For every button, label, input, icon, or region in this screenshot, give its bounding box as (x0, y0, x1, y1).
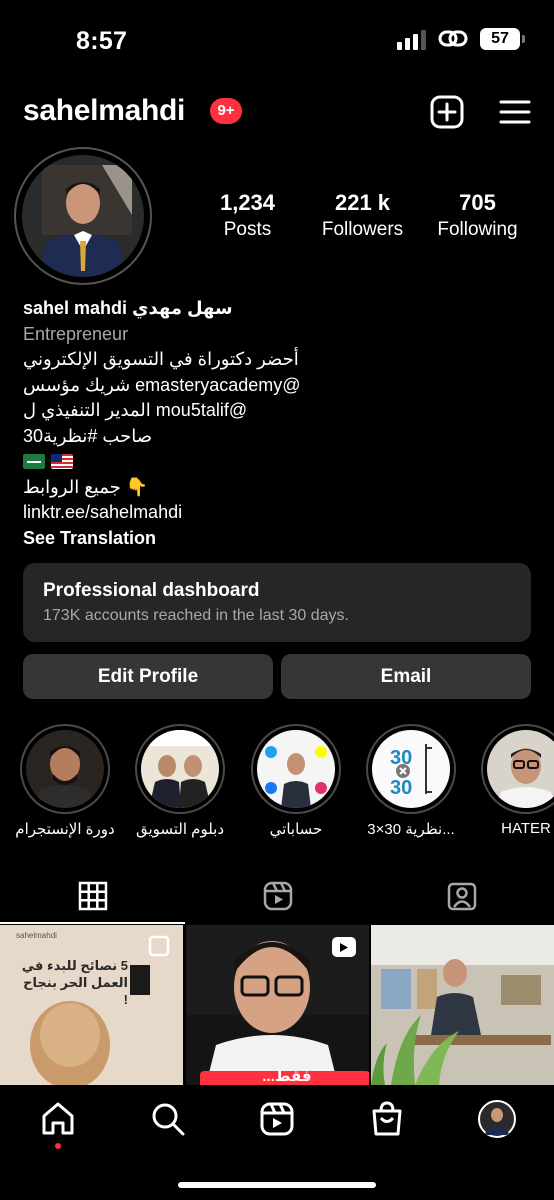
highlight-item[interactable]: HATER (466, 724, 554, 837)
highlight-label: حساباتي (269, 821, 323, 838)
highlight-cover (481, 724, 554, 814)
bio-flags (23, 449, 533, 475)
shop-icon (372, 1101, 402, 1136)
link-icon (438, 30, 468, 47)
profile-avatar[interactable] (14, 147, 152, 285)
profile-category: Entrepreneur (23, 323, 129, 344)
highlight-label: دورة الإنستجرام (15, 821, 115, 838)
story-highlights: دورة الإنستجرام دبلوم التسويق حساباتي 30… (0, 724, 554, 844)
svg-text:30: 30 (390, 777, 412, 799)
dashboard-title: Professional dashboard (43, 580, 260, 601)
highlight-cover (135, 724, 225, 814)
bio-link[interactable]: linktr.ee/sahelmahdi (23, 500, 533, 526)
tab-tagged[interactable] (369, 868, 554, 924)
stat-label: Followers (321, 219, 404, 240)
profile-avatar (478, 1100, 516, 1138)
highlight-label: دبلوم التسويق (135, 821, 225, 838)
status-icons: 57 (397, 28, 525, 50)
tab-posts-grid[interactable] (0, 868, 185, 924)
highlight-label: HATER (501, 820, 551, 837)
email-button[interactable]: Email (281, 654, 531, 699)
highlight-item[interactable]: حساباتي (236, 724, 356, 838)
nav-profile[interactable] (477, 1099, 517, 1139)
stat-value: 1,234 (219, 190, 276, 215)
see-translation-link[interactable]: See Translation (23, 526, 533, 552)
reels-icon (260, 1102, 294, 1136)
stat-posts[interactable]: 1,234 Posts (190, 190, 305, 241)
profile-bio: sahel mahdi سهل مهدي Entrepreneur أحضر د… (23, 296, 533, 551)
tagged-icon (447, 882, 476, 911)
status-time: 8:57 (76, 27, 128, 55)
stat-value: 221 k (334, 190, 391, 215)
status-bar: 8:57 57 (0, 0, 554, 80)
nav-home[interactable] (38, 1099, 78, 1149)
post-brand: sahelmahdi (16, 931, 57, 940)
post-thumbnail[interactable] (371, 925, 554, 1085)
highlight-label: نظرية 30×3... (367, 821, 455, 838)
highlight-cover (20, 724, 110, 814)
saudi-flag-icon (23, 454, 45, 470)
professional-dashboard[interactable]: Professional dashboard 173K accounts rea… (23, 563, 531, 642)
menu-button[interactable] (497, 94, 533, 130)
tab-reels[interactable] (185, 868, 370, 924)
notification-badge[interactable]: 9+ (210, 98, 242, 124)
profile-tabs (0, 868, 554, 924)
edit-profile-button[interactable]: Edit Profile (23, 654, 273, 699)
search-icon (152, 1103, 185, 1136)
plus-square-icon (430, 95, 464, 129)
battery-icon: 57 (480, 28, 525, 50)
grid-icon (78, 881, 107, 911)
reels-icon (263, 881, 292, 911)
bio-line: شريك مؤسس emasteryacademy@ (23, 374, 301, 395)
highlight-cover (251, 724, 341, 814)
profile-stats: 1,234 Posts 221 k Followers 705 Followin… (190, 190, 550, 241)
username-switcher[interactable]: sahelmahdi (23, 94, 185, 128)
profile-photo (22, 155, 144, 277)
display-name: sahel mahdi سهل مهدي (23, 298, 233, 318)
highlight-item[interactable]: دبلوم التسويق (120, 724, 240, 838)
bio-line: أحضر دكتوراة في التسويق الإلكتروني (23, 349, 299, 369)
stat-followers[interactable]: 221 k Followers (305, 190, 420, 241)
post-overlay-text: 5 نصائح للبدء في العمل الحر بنجاح ! (21, 958, 128, 1007)
highlight-item[interactable]: دورة الإنستجرام (5, 724, 125, 838)
create-button[interactable] (429, 94, 465, 130)
stat-label: Following (437, 219, 518, 240)
profile-header: sahelmahdi 9+ (0, 90, 554, 136)
post-overlay-text: ...فقط (262, 1068, 312, 1085)
bio-line: صاحب #نظرية30 (23, 425, 152, 446)
nav-search[interactable] (148, 1099, 188, 1139)
stat-value: 705 (459, 190, 496, 215)
stat-following[interactable]: 705 Following (420, 190, 535, 241)
stat-label: Posts (223, 219, 272, 240)
hamburger-menu-icon (499, 100, 531, 124)
dashboard-subtitle: 173K accounts reached in the last 30 day… (43, 607, 349, 624)
malaysia-flag-icon (51, 454, 73, 470)
home-icon (42, 1102, 74, 1135)
nav-reels[interactable] (257, 1099, 297, 1139)
highlight-cover: 30 30 (366, 724, 456, 814)
notification-dot (55, 1143, 61, 1149)
bio-line: جميع الروابط 👇 (23, 476, 149, 497)
bio-line: المدير التنفيذي ل mou5talif@ (23, 400, 248, 420)
post-thumbnail[interactable]: ...فقط (186, 925, 369, 1085)
post-thumbnail[interactable]: sahelmahdi 5 نصائح للبدء في العمل الحر ب… (0, 925, 183, 1085)
home-indicator[interactable] (178, 1182, 376, 1188)
posts-grid: sahelmahdi 5 نصائح للبدء في العمل الحر ب… (0, 925, 554, 1085)
signal-icon (397, 28, 426, 50)
nav-shop[interactable] (367, 1099, 407, 1139)
highlight-item[interactable]: 30 30 نظرية 30×3... (351, 724, 471, 838)
